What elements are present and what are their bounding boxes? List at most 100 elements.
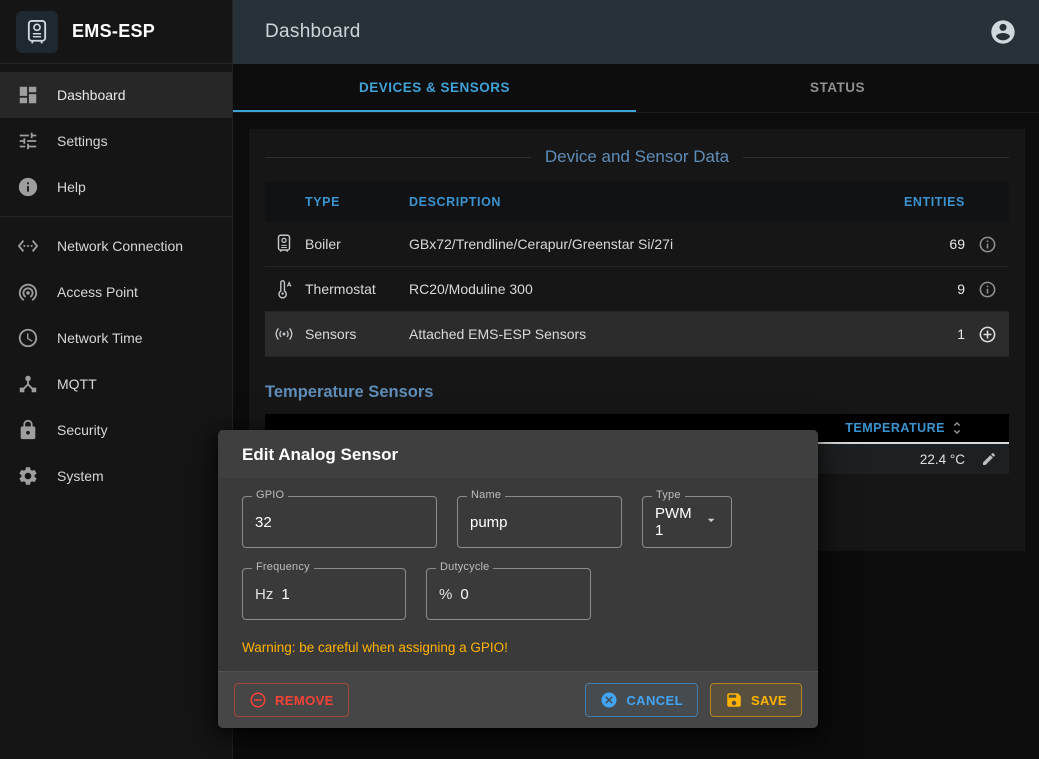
frequency-field[interactable]: Frequency Hz 1 [242, 568, 406, 620]
save-button-label: SAVE [751, 693, 787, 708]
sort-icon [949, 420, 965, 436]
frequency-field-value: 1 [281, 586, 289, 603]
temperature-value: 22.4 °C [920, 452, 965, 467]
dropdown-arrow-icon [703, 512, 719, 532]
section-title-row: Device and Sensor Data [265, 147, 1009, 167]
edit-analog-sensor-dialog: Edit Analog Sensor GPIO 32 Name pump Typ… [218, 430, 818, 728]
row-action [965, 325, 1009, 344]
sidebar-header: EMS-ESP [0, 0, 232, 64]
mqtt-icon [17, 373, 39, 395]
sidebar-item-label: MQTT [57, 376, 97, 392]
help-icon [17, 176, 39, 198]
tab-status[interactable]: STATUS [636, 64, 1039, 112]
account-icon[interactable] [989, 18, 1017, 46]
type-select[interactable]: Type PWM 1 [642, 496, 732, 548]
tab-devices-sensors[interactable]: DEVICES & SENSORS [233, 64, 636, 112]
device-type: Sensors [305, 326, 409, 342]
app-logo [16, 11, 58, 53]
sidebar-item-mqtt[interactable]: MQTT [0, 361, 232, 407]
sidebar-item-label: Settings [57, 133, 108, 149]
sidebar-item-label: System [57, 468, 104, 484]
device-entities-count: 1 [895, 326, 965, 342]
sidebar-item-label: Network Time [57, 330, 143, 346]
name-field-value: pump [470, 514, 508, 531]
edit-pencil-icon[interactable] [981, 451, 997, 467]
gpio-field-value: 32 [255, 514, 272, 531]
sidebar-item-dashboard[interactable]: Dashboard [0, 72, 232, 118]
column-header-type: TYPE [305, 195, 409, 209]
sidebar-item-label: Access Point [57, 284, 138, 300]
sidebar-nav: Dashboard Settings Help Network Connecti… [0, 64, 232, 499]
temperature-header-label: TEMPERATURE [845, 421, 945, 435]
temperature-sensors-title: Temperature Sensors [265, 383, 1009, 402]
sidebar-item-settings[interactable]: Settings [0, 118, 232, 164]
remove-button[interactable]: REMOVE [234, 683, 349, 717]
device-type: Boiler [305, 236, 409, 252]
name-field[interactable]: Name pump [457, 496, 622, 548]
system-gear-icon [17, 465, 39, 487]
dashboard-icon [17, 84, 39, 106]
frequency-unit-prefix: Hz [255, 586, 273, 603]
app-title: EMS-ESP [72, 21, 155, 42]
device-description: Attached EMS-ESP Sensors [409, 326, 895, 342]
dutycycle-field-label: Dutycycle [436, 561, 493, 573]
security-lock-icon [17, 419, 39, 441]
sidebar-item-access-point[interactable]: Access Point [0, 269, 232, 315]
type-select-value: PWM 1 [655, 505, 695, 539]
device-description: GBx72/Trendline/Cerapur/Greenstar Si/27i [409, 236, 895, 252]
page-title: Dashboard [265, 21, 361, 43]
sidebar: EMS-ESP Dashboard Settings Help Networ [0, 0, 233, 759]
info-icon[interactable] [978, 280, 997, 299]
gpio-field[interactable]: GPIO 32 [242, 496, 437, 548]
device-entities-count: 69 [895, 236, 965, 252]
dutycycle-unit-prefix: % [439, 586, 452, 603]
save-button[interactable]: SAVE [710, 683, 802, 717]
sidebar-item-label: Network Connection [57, 238, 183, 254]
cancel-button[interactable]: CANCEL [585, 683, 698, 717]
name-field-label: Name [467, 489, 505, 501]
cancel-icon [600, 691, 618, 709]
dutycycle-field[interactable]: Dutycycle % 0 [426, 568, 591, 620]
table-row-boiler[interactable]: Boiler GBx72/Trendline/Cerapur/Greenstar… [265, 222, 1009, 267]
table-row-sensors[interactable]: Sensors Attached EMS-ESP Sensors 1 [265, 312, 1009, 357]
boiler-logo-icon [23, 18, 51, 46]
cancel-button-label: CANCEL [626, 693, 683, 708]
gpio-warning-text: Warning: be careful when assigning a GPI… [242, 640, 794, 655]
sidebar-divider [0, 216, 232, 217]
sensors-icon [265, 323, 295, 345]
topbar: Dashboard [233, 0, 1039, 64]
row-action [965, 280, 1009, 299]
sidebar-item-network-time[interactable]: Network Time [0, 315, 232, 361]
device-table-header: TYPE DESCRIPTION ENTITIES [265, 181, 1009, 222]
sidebar-item-system[interactable]: System [0, 453, 232, 499]
boiler-icon [265, 233, 295, 255]
thermostat-icon [265, 278, 295, 300]
add-circle-icon[interactable] [978, 325, 997, 344]
type-select-label: Type [652, 489, 685, 501]
save-icon [725, 691, 743, 709]
remove-circle-icon [249, 691, 267, 709]
sidebar-item-security[interactable]: Security [0, 407, 232, 453]
network-connection-icon [17, 235, 39, 257]
tabbar: DEVICES & SENSORS STATUS [233, 64, 1039, 113]
column-header-entities: ENTITIES [895, 195, 965, 209]
section-title: Device and Sensor Data [545, 147, 729, 167]
access-point-icon [17, 281, 39, 303]
gpio-field-label: GPIO [252, 489, 288, 501]
sidebar-item-help[interactable]: Help [0, 164, 232, 210]
device-table: TYPE DESCRIPTION ENTITIES Boiler GBx72/T… [265, 181, 1009, 357]
dutycycle-field-value: 0 [460, 586, 468, 603]
sidebar-item-label: Help [57, 179, 86, 195]
network-time-icon [17, 327, 39, 349]
sidebar-item-network-connection[interactable]: Network Connection [0, 223, 232, 269]
device-entities-count: 9 [895, 281, 965, 297]
remove-button-label: REMOVE [275, 693, 334, 708]
info-icon[interactable] [978, 235, 997, 254]
table-row-thermostat[interactable]: Thermostat RC20/Moduline 300 9 [265, 267, 1009, 312]
divider-line [743, 157, 1009, 158]
dialog-title: Edit Analog Sensor [218, 430, 818, 478]
field-row: GPIO 32 Name pump Type PWM 1 [242, 496, 794, 548]
device-type: Thermostat [305, 281, 409, 297]
divider-line [265, 157, 531, 158]
column-header-description: DESCRIPTION [409, 195, 895, 209]
